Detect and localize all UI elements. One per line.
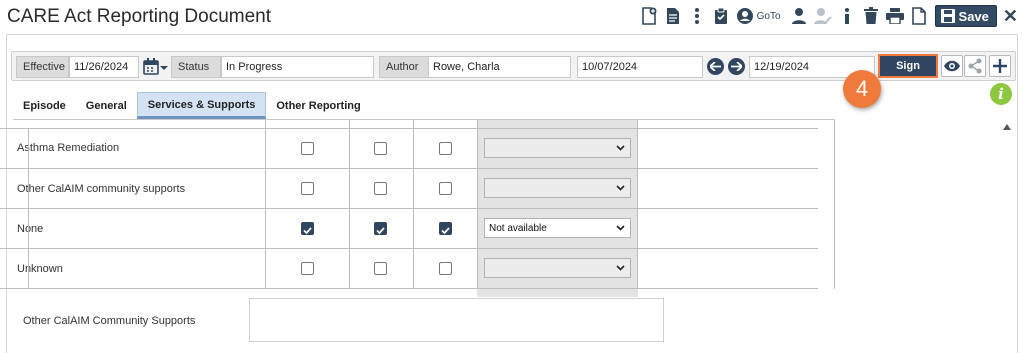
title-bar: CARE Act Reporting Document GoTo Save ✕	[0, 0, 1024, 34]
table-row	[0, 209, 818, 249]
status-field[interactable]: In Progress	[221, 56, 374, 78]
chevron-down-icon	[616, 145, 625, 151]
share-icon	[964, 55, 986, 77]
scroll-up-icon[interactable]	[1003, 124, 1011, 130]
eye-icon[interactable]	[941, 55, 963, 77]
grid-line	[413, 120, 414, 289]
author-label: Author	[379, 56, 429, 78]
row-checkbox-checked[interactable]	[439, 222, 452, 235]
info-badge-icon[interactable]: i	[990, 83, 1012, 105]
print-icon[interactable]	[885, 5, 905, 27]
save-label: Save	[958, 8, 989, 24]
row-select[interactable]	[484, 258, 631, 278]
more-icon[interactable]	[687, 5, 707, 27]
grid-line	[477, 120, 478, 289]
goto-label[interactable]: GoTo	[757, 11, 781, 22]
chevron-down-icon	[616, 265, 625, 271]
step-callout-badge: 4	[843, 70, 881, 108]
row-checkbox-checked[interactable]	[374, 222, 387, 235]
row-label: Unknown	[17, 263, 63, 275]
grid-line	[349, 120, 350, 289]
row-label: Other CalAIM community supports	[17, 183, 186, 195]
author-field[interactable]: Rowe, Charla	[428, 56, 571, 78]
row-checkbox[interactable]	[439, 182, 452, 195]
calendar-dropdown-icon[interactable]	[143, 58, 169, 76]
row-select[interactable]	[484, 138, 631, 158]
save-button[interactable]: Save	[934, 5, 997, 27]
grid-line	[28, 128, 29, 289]
chevron-down-icon	[616, 185, 625, 191]
user-circle-icon[interactable]	[735, 5, 755, 27]
person-icon[interactable]	[789, 5, 809, 27]
row-label: None	[17, 223, 44, 235]
table-row	[0, 128, 818, 169]
tab-general[interactable]: General	[76, 92, 137, 119]
tab-other-reporting[interactable]: Other Reporting	[266, 92, 370, 119]
row-checkbox[interactable]	[439, 262, 452, 275]
previous-arrow-icon[interactable]	[707, 58, 724, 75]
document-icon[interactable]	[663, 5, 683, 27]
save-icon	[940, 9, 955, 23]
row-checkbox[interactable]	[301, 262, 314, 275]
effective-date-field[interactable]: 11/26/2024	[69, 56, 139, 78]
effective-label: Effective	[16, 56, 69, 78]
table-row	[0, 249, 818, 289]
person-edit-icon	[813, 5, 833, 27]
status-label: Status	[171, 56, 221, 78]
row-checkbox[interactable]	[301, 142, 314, 155]
sign-button[interactable]: Sign	[878, 54, 938, 78]
trash-icon[interactable]	[861, 5, 881, 27]
tab-services-supports[interactable]: Services & Supports	[136, 92, 267, 119]
grid-line	[834, 120, 835, 289]
next-arrow-icon[interactable]	[728, 58, 745, 75]
page-title: CARE Act Reporting Document	[7, 6, 272, 27]
checkmark-icon	[303, 227, 312, 235]
row-select[interactable]	[484, 178, 631, 198]
chevron-down-icon	[616, 225, 625, 231]
row-checkbox[interactable]	[374, 262, 387, 275]
tab-divider	[13, 119, 835, 120]
add-icon[interactable]	[989, 55, 1011, 77]
checkmark-icon	[441, 227, 450, 235]
clipboard-icon[interactable]	[711, 5, 731, 27]
tab-bar: Episode General Services & Supports Othe…	[13, 92, 371, 119]
row-select-value: Not available	[489, 222, 547, 234]
page-icon[interactable]	[909, 5, 929, 27]
row-checkbox[interactable]	[374, 142, 387, 155]
grid-line	[265, 120, 266, 289]
row-checkbox-checked[interactable]	[301, 222, 314, 235]
tab-episode[interactable]: Episode	[13, 92, 76, 119]
row-checkbox[interactable]	[439, 142, 452, 155]
row-label: Asthma Remediation	[17, 142, 120, 154]
row-checkbox[interactable]	[374, 182, 387, 195]
row-select[interactable]: Not available	[484, 218, 631, 238]
other-supports-textarea[interactable]	[249, 298, 664, 342]
close-icon[interactable]: ✕	[1003, 6, 1018, 27]
checkmark-icon	[376, 227, 385, 235]
other-supports-label: Other CalAIM Community Supports	[23, 315, 196, 327]
care-act-page: CARE Act Reporting Document GoTo Save ✕ …	[0, 0, 1024, 353]
date-from-field[interactable]: 10/07/2024	[577, 56, 703, 78]
new-document-icon[interactable]	[639, 5, 659, 27]
info-icon[interactable]	[837, 5, 857, 27]
row-checkbox[interactable]	[301, 182, 314, 195]
toolbar: GoTo Save ✕	[635, 5, 1018, 27]
grid-line	[637, 120, 638, 289]
